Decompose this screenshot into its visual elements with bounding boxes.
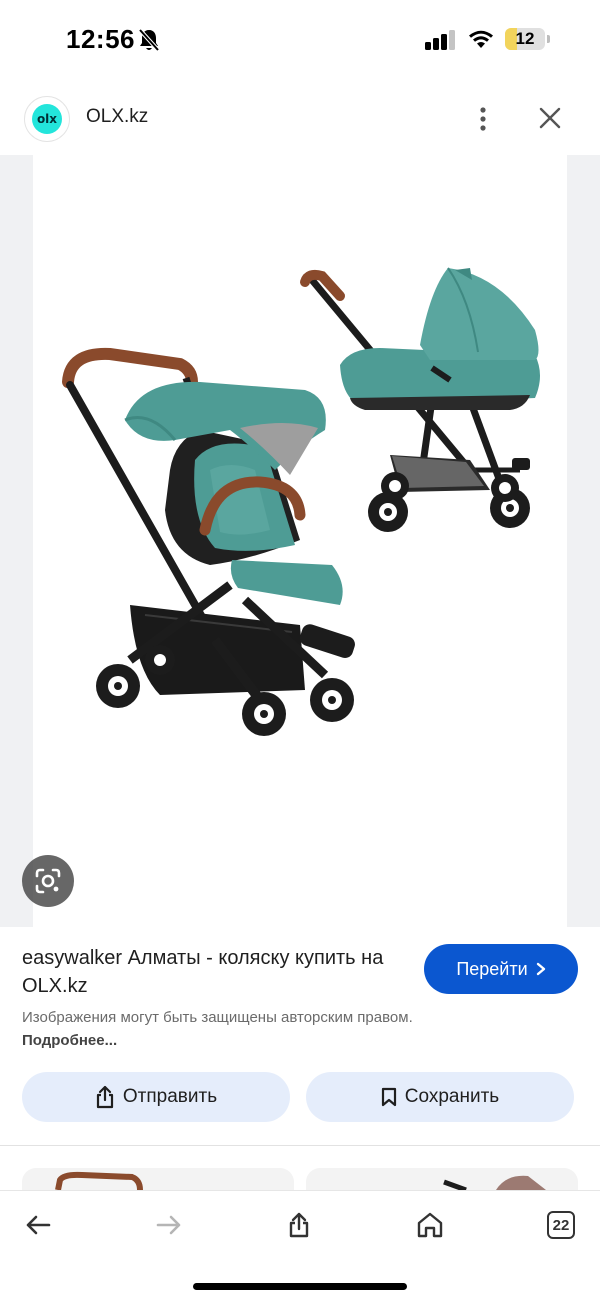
send-button-label: Отправить (122, 1086, 218, 1107)
close-icon (539, 107, 561, 129)
bell-slash-icon (138, 28, 160, 52)
home-indicator[interactable] (193, 1283, 407, 1290)
battery-icon: 12 (505, 28, 550, 50)
share-icon (96, 1085, 113, 1109)
signal-icon (425, 30, 455, 50)
back-button[interactable] (18, 1205, 58, 1245)
copyright-text: Изображения могут быть защищены авторски… (22, 1009, 413, 1026)
site-name[interactable]: OLX.kz (86, 106, 148, 128)
save-button[interactable]: Сохранить (306, 1072, 574, 1122)
battery-level: 12 (515, 29, 535, 48)
chevron-right-icon (536, 962, 545, 976)
status-bar: 12:56 12 (0, 0, 600, 80)
bookmark-icon (381, 1087, 396, 1107)
product-image[interactable] (33, 155, 567, 927)
google-lens-button[interactable] (22, 855, 74, 907)
google-lens-icon (35, 868, 61, 894)
related-image-preview (443, 1175, 546, 1190)
close-button[interactable] (534, 102, 566, 134)
site-logo-text: olx (32, 104, 62, 134)
learn-more-link[interactable]: Подробнее... (22, 1032, 117, 1049)
more-options-button[interactable] (468, 100, 498, 138)
more-vertical-icon (480, 107, 486, 131)
stroller-illustration (62, 267, 540, 736)
browser-toolbar: 22 (0, 1190, 600, 1300)
share-icon (289, 1212, 309, 1238)
save-button-label: Сохранить (404, 1086, 500, 1107)
result-header: olx OLX.kz (0, 90, 600, 150)
status-time: 12:56 (66, 24, 135, 54)
forward-arrow-icon (156, 1215, 181, 1235)
send-button[interactable]: Отправить (22, 1072, 290, 1122)
wifi-icon (469, 30, 493, 48)
related-image[interactable] (306, 1168, 578, 1190)
image-preview-area (0, 155, 600, 927)
visit-button-label: Перейти (456, 958, 528, 979)
bassinet-stroller (300, 267, 540, 532)
tab-count: 22 (552, 1216, 570, 1234)
copyright-notice: Изображения могут быть защищены авторски… (22, 1006, 442, 1052)
tabs-button[interactable]: 22 (541, 1205, 581, 1245)
share-button[interactable] (279, 1205, 319, 1245)
home-button[interactable] (410, 1205, 450, 1245)
result-title[interactable]: easywalker Алматы - коляску купить на OL… (22, 944, 402, 1000)
related-image[interactable] (22, 1168, 294, 1190)
divider (0, 1145, 600, 1146)
seat-stroller (62, 347, 355, 736)
home-icon (417, 1212, 443, 1238)
forward-button[interactable] (149, 1205, 189, 1245)
back-arrow-icon (26, 1215, 51, 1235)
visit-button[interactable]: Перейти (424, 944, 578, 994)
tabs-icon: 22 (547, 1211, 575, 1239)
site-logo: olx (24, 96, 70, 142)
related-image-preview (55, 1171, 143, 1190)
